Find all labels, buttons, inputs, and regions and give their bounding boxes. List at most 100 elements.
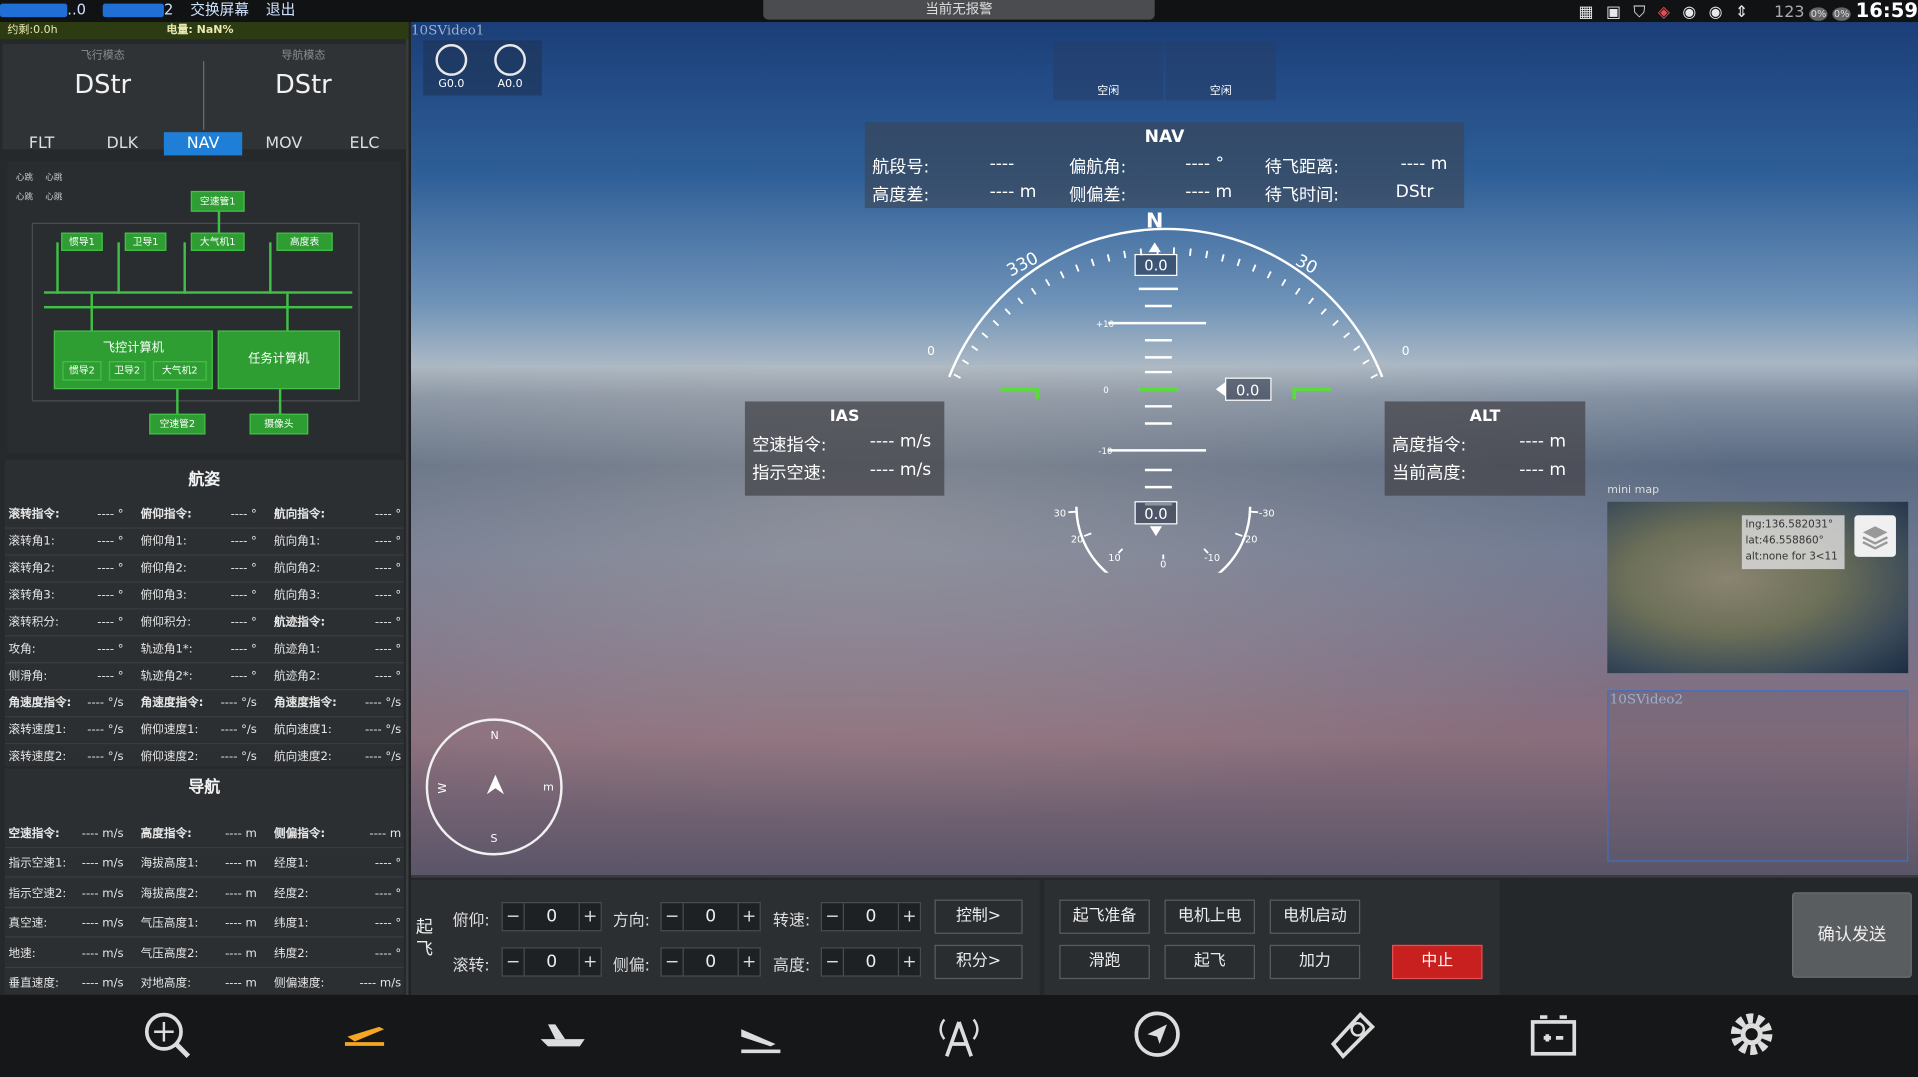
direction-plus[interactable]: + xyxy=(737,903,760,931)
heartbeat-label: 心跳 xyxy=(45,172,63,183)
airspeed-cmd-label: 空速指令: xyxy=(752,435,827,456)
altitude-diff-value: ---- m xyxy=(989,182,1037,202)
height-minus[interactable]: − xyxy=(822,948,845,976)
video-view-1[interactable]: 10SVideo1 G0.0 A0.0 空闲 空闲 NAV 航段号: ---- … xyxy=(410,22,1918,876)
adc-1[interactable]: 大气机1 xyxy=(190,232,245,251)
pitch-plus10: +10 xyxy=(1096,320,1114,330)
rpm-minus[interactable]: − xyxy=(822,903,845,931)
tab-elc[interactable]: ELC xyxy=(325,132,403,155)
rpm-plus[interactable]: + xyxy=(897,903,920,931)
heading-tick xyxy=(1090,258,1095,267)
airspeed-tube-2[interactable]: 空速管2 xyxy=(149,413,206,435)
row-label: 航向角1: xyxy=(273,534,321,549)
flight-computer[interactable]: 飞控计算机 惯导2 卫导2 大气机2 xyxy=(53,330,213,390)
taxi-button[interactable]: 滑跑 xyxy=(1059,944,1150,980)
bus-line xyxy=(90,293,93,331)
mini-map-label: mini map xyxy=(1607,484,1660,497)
heading-tick xyxy=(1281,278,1287,287)
pitch-input[interactable]: 0 xyxy=(525,903,579,930)
pitch-minus[interactable]: − xyxy=(503,903,525,931)
g-value: G0.0 xyxy=(438,78,465,91)
mission-computer[interactable]: 任务计算机 xyxy=(217,330,341,390)
airspeed-cmd-value: ---- m/s xyxy=(869,432,932,452)
direction-input[interactable]: 0 xyxy=(684,903,738,930)
a-gauge-icon xyxy=(494,44,526,76)
tab-flt[interactable]: FLT xyxy=(2,132,80,155)
motor-start-button[interactable]: 电机启动 xyxy=(1269,899,1361,934)
switch-screen-link[interactable]: 交换屏幕 xyxy=(190,1,249,18)
row-value: ---- ° xyxy=(374,615,402,630)
control-panel: 起飞 俯仰: − 0 + 方向: − 0 + 转速: − 0 + 控制> 滚转: xyxy=(410,875,1918,996)
side-plus[interactable]: + xyxy=(737,948,760,976)
height-input[interactable]: 0 xyxy=(844,949,898,976)
roll-tick-label: -20 xyxy=(1241,534,1257,545)
gnss-2[interactable]: 卫导2 xyxy=(108,361,146,381)
side-input[interactable]: 0 xyxy=(684,949,738,976)
row-label: 航向角2: xyxy=(273,561,321,576)
airspeed-tube-1[interactable]: 空速管1 xyxy=(190,190,245,212)
video-view-2[interactable] xyxy=(1607,690,1909,862)
battery-icon[interactable] xyxy=(1527,1007,1581,1061)
confirm-send-button[interactable]: 确认发送 xyxy=(1791,892,1912,978)
pitch-plus[interactable]: + xyxy=(578,903,601,931)
pitch-stepper[interactable]: − 0 + xyxy=(501,902,602,932)
row-label: 对地高度: xyxy=(140,976,192,991)
takeoff-prep-button[interactable]: 起飞准备 xyxy=(1059,899,1150,934)
tab-dlk[interactable]: DLK xyxy=(83,132,161,155)
side-minus[interactable]: − xyxy=(662,948,684,976)
altimeter[interactable]: 高度表 xyxy=(276,232,333,251)
idle-slot-2[interactable]: 空闲 xyxy=(1165,41,1276,101)
settings-icon[interactable] xyxy=(1725,1007,1779,1061)
compass: N S W m xyxy=(425,718,563,856)
row-label: 角速度指令: xyxy=(8,696,72,710)
rpm-input[interactable]: 0 xyxy=(844,903,898,930)
rpm-stepper[interactable]: − 0 + xyxy=(820,902,922,932)
pitch-zero: 0 xyxy=(1103,386,1108,396)
takeoff-icon[interactable] xyxy=(338,1007,392,1061)
roll-input[interactable]: 0 xyxy=(525,949,579,976)
roll-stepper[interactable]: − 0 + xyxy=(501,947,602,977)
abort-button[interactable]: 中止 xyxy=(1392,944,1483,980)
row-label: 角速度指令: xyxy=(273,696,337,710)
landing-icon[interactable] xyxy=(734,1007,788,1061)
takeoff-buttons: 起飞准备 电机上电 电机启动 滑跑 起飞 加力 xyxy=(1044,879,1378,996)
idle-slot-1[interactable]: 空闲 xyxy=(1053,41,1164,101)
left-panel: 约剩:0.0h 电量: NaN% 飞行模态 DStr 导航模态 DStr FLT… xyxy=(0,22,409,998)
ins-1[interactable]: 惯导1 xyxy=(61,232,103,251)
roll-plus[interactable]: + xyxy=(578,948,601,976)
row-value: ---- ° xyxy=(97,561,124,576)
layers-icon[interactable] xyxy=(1854,515,1896,557)
adc-2[interactable]: 大气机2 xyxy=(152,361,207,381)
side-label: 侧偏: xyxy=(612,957,650,976)
cruise-icon[interactable] xyxy=(536,1007,590,1061)
map-search-icon[interactable] xyxy=(139,1007,193,1061)
height-plus[interactable]: + xyxy=(897,948,920,976)
flight-mode-value: DStr xyxy=(74,69,132,100)
motor-power-button[interactable]: 电机上电 xyxy=(1164,899,1256,934)
integral-button[interactable]: 积分> xyxy=(934,944,1023,980)
control-button[interactable]: 控制> xyxy=(934,899,1023,934)
row-value: ---- °/s xyxy=(220,696,257,710)
takeoff-button[interactable]: 起飞 xyxy=(1164,944,1256,980)
gnss-1[interactable]: 卫导1 xyxy=(124,232,167,251)
gcs-window: ..0 2 交换屏幕 退出 当前无报警 ▦ ▣ ⛉ ◈ ◉ ◉ ⇕ 123 0%… xyxy=(0,0,1918,1077)
heading-tick xyxy=(1308,297,1315,305)
ins-2[interactable]: 惯导2 xyxy=(62,361,102,381)
video-label-2: 10SVideo2 xyxy=(1609,691,1684,708)
payload-icon[interactable] xyxy=(1326,1007,1380,1061)
antenna-icon[interactable] xyxy=(932,1007,986,1061)
row-value: ---- °/s xyxy=(364,750,402,764)
navigation-icon[interactable] xyxy=(1130,1007,1184,1061)
direction-stepper[interactable]: − 0 + xyxy=(660,902,761,932)
exit-link[interactable]: 退出 xyxy=(266,1,295,18)
heading-pointer xyxy=(1148,242,1161,253)
tab-mov[interactable]: MOV xyxy=(245,132,323,155)
afterburner-button[interactable]: 加力 xyxy=(1269,944,1361,980)
roll-minus[interactable]: − xyxy=(503,948,525,976)
top-bar-text-1: ..0 xyxy=(67,1,86,19)
direction-minus[interactable]: − xyxy=(662,903,684,931)
side-stepper[interactable]: − 0 + xyxy=(660,947,761,977)
height-stepper[interactable]: − 0 + xyxy=(820,947,922,977)
camera[interactable]: 摄像头 xyxy=(249,413,309,435)
tab-nav[interactable]: NAV xyxy=(163,132,243,156)
